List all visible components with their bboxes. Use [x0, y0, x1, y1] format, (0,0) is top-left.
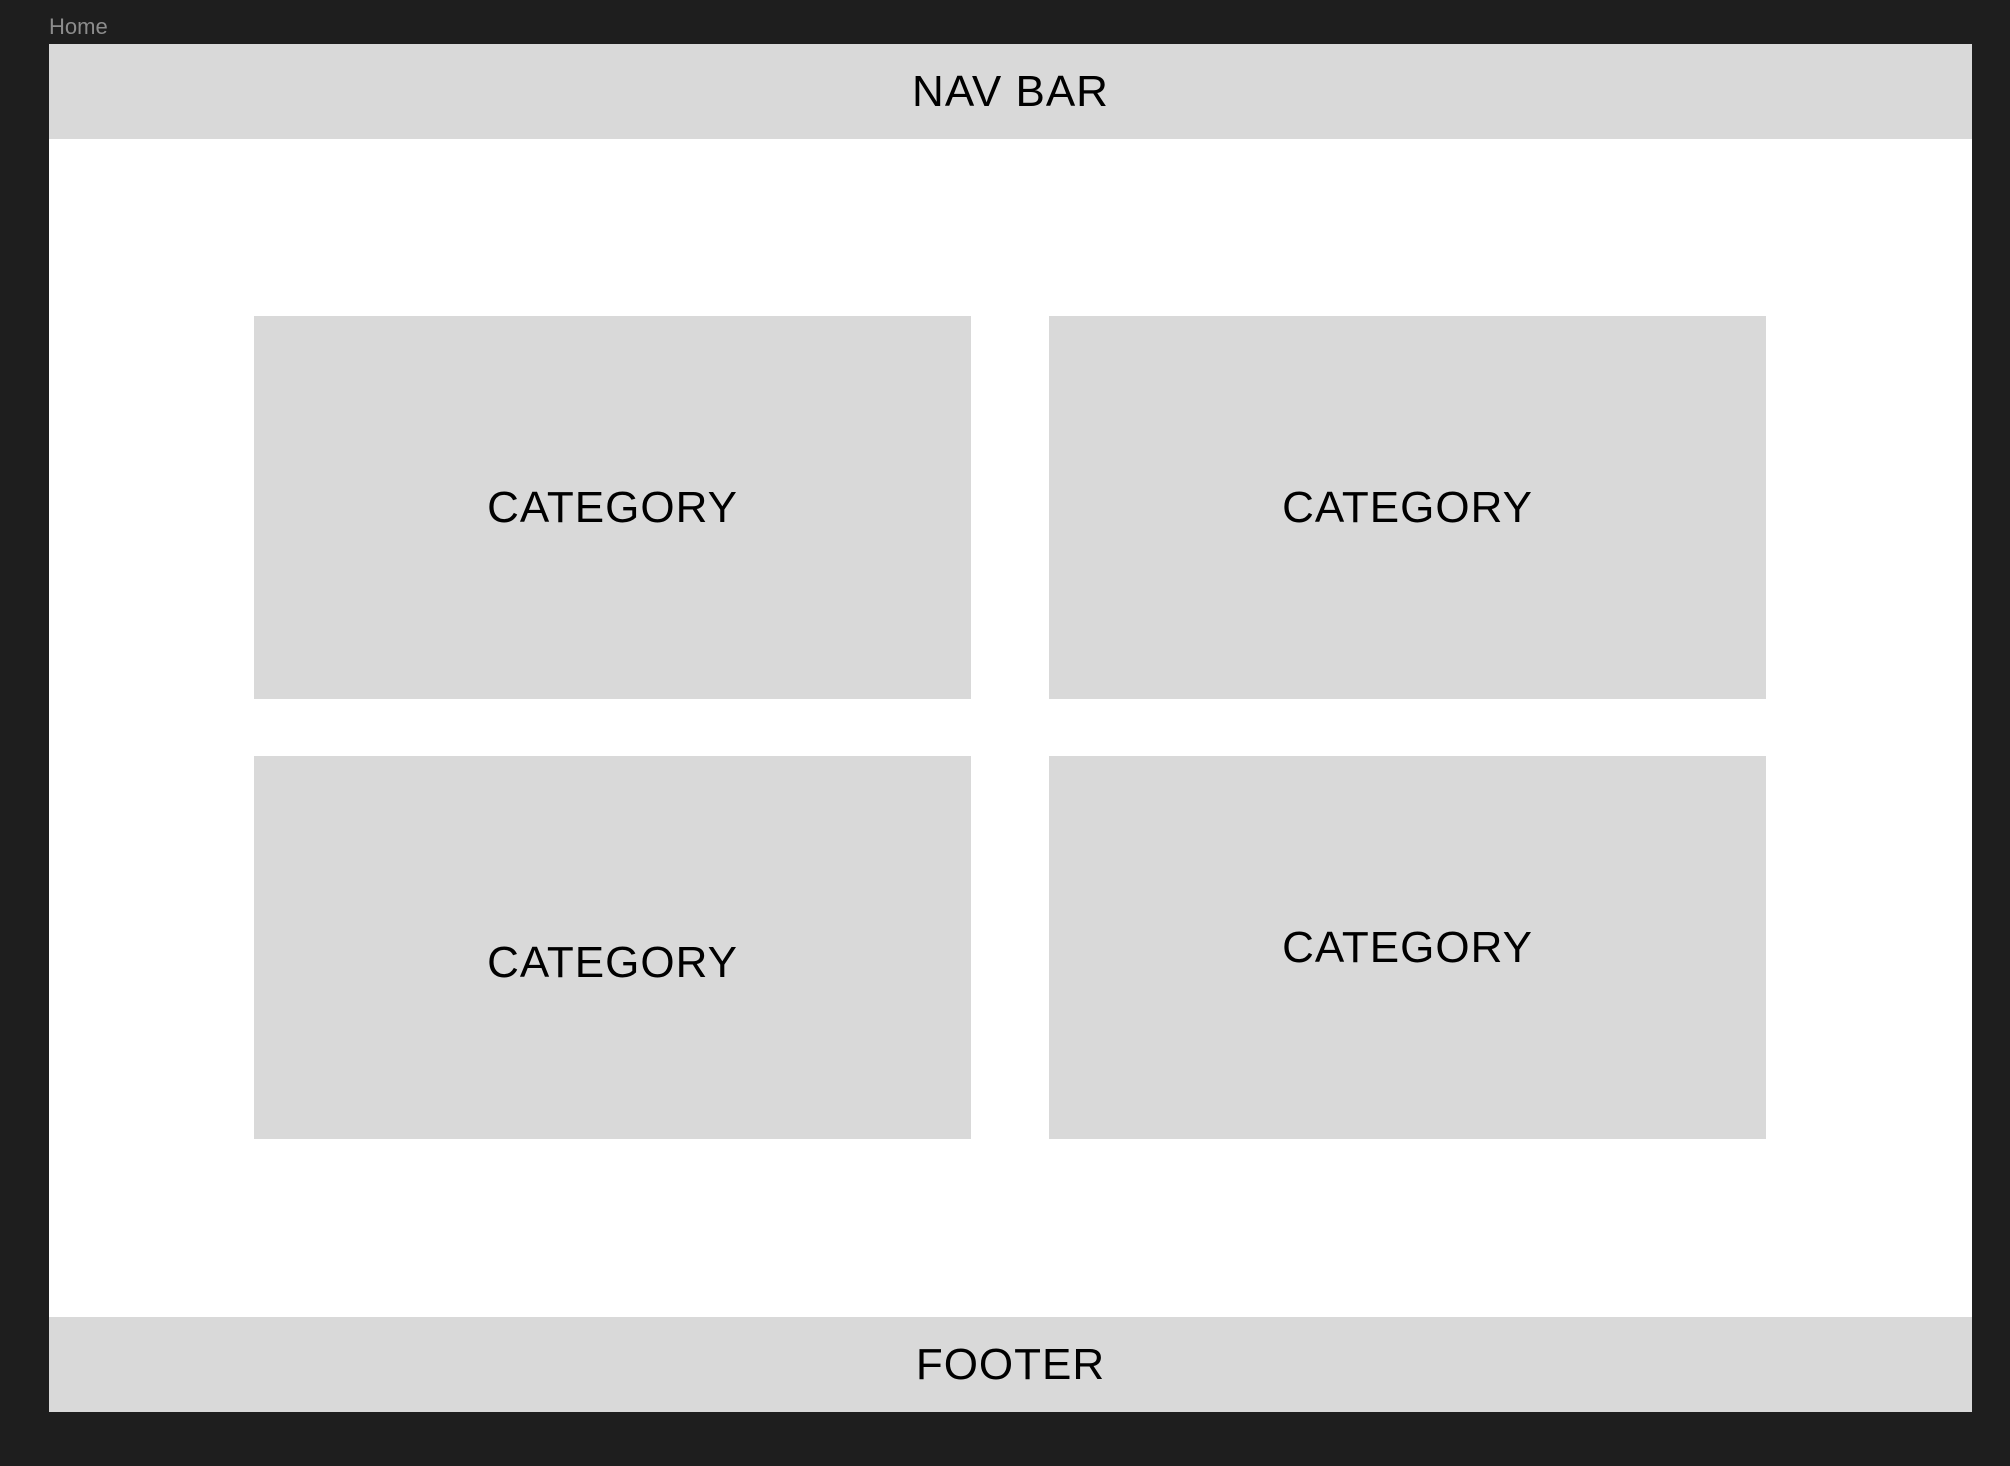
category-card[interactable]: CATEGORY	[254, 756, 971, 1139]
category-label: CATEGORY	[487, 937, 738, 987]
nav-bar-label: NAV BAR	[912, 66, 1109, 116]
category-card[interactable]: CATEGORY	[254, 316, 971, 699]
home-frame: NAV BAR CATEGORY CATEGORY CATEGORY CATEG…	[49, 44, 1972, 1412]
category-label: CATEGORY	[1282, 922, 1533, 972]
frame-label[interactable]: Home	[49, 12, 108, 42]
category-card[interactable]: CATEGORY	[1049, 316, 1766, 699]
category-card[interactable]: CATEGORY	[1049, 756, 1766, 1139]
footer-label: FOOTER	[915, 1339, 1106, 1389]
category-label: CATEGORY	[487, 482, 738, 532]
category-label: CATEGORY	[1282, 482, 1533, 532]
nav-bar[interactable]: NAV BAR	[49, 44, 1972, 139]
footer[interactable]: FOOTER	[49, 1317, 1972, 1412]
